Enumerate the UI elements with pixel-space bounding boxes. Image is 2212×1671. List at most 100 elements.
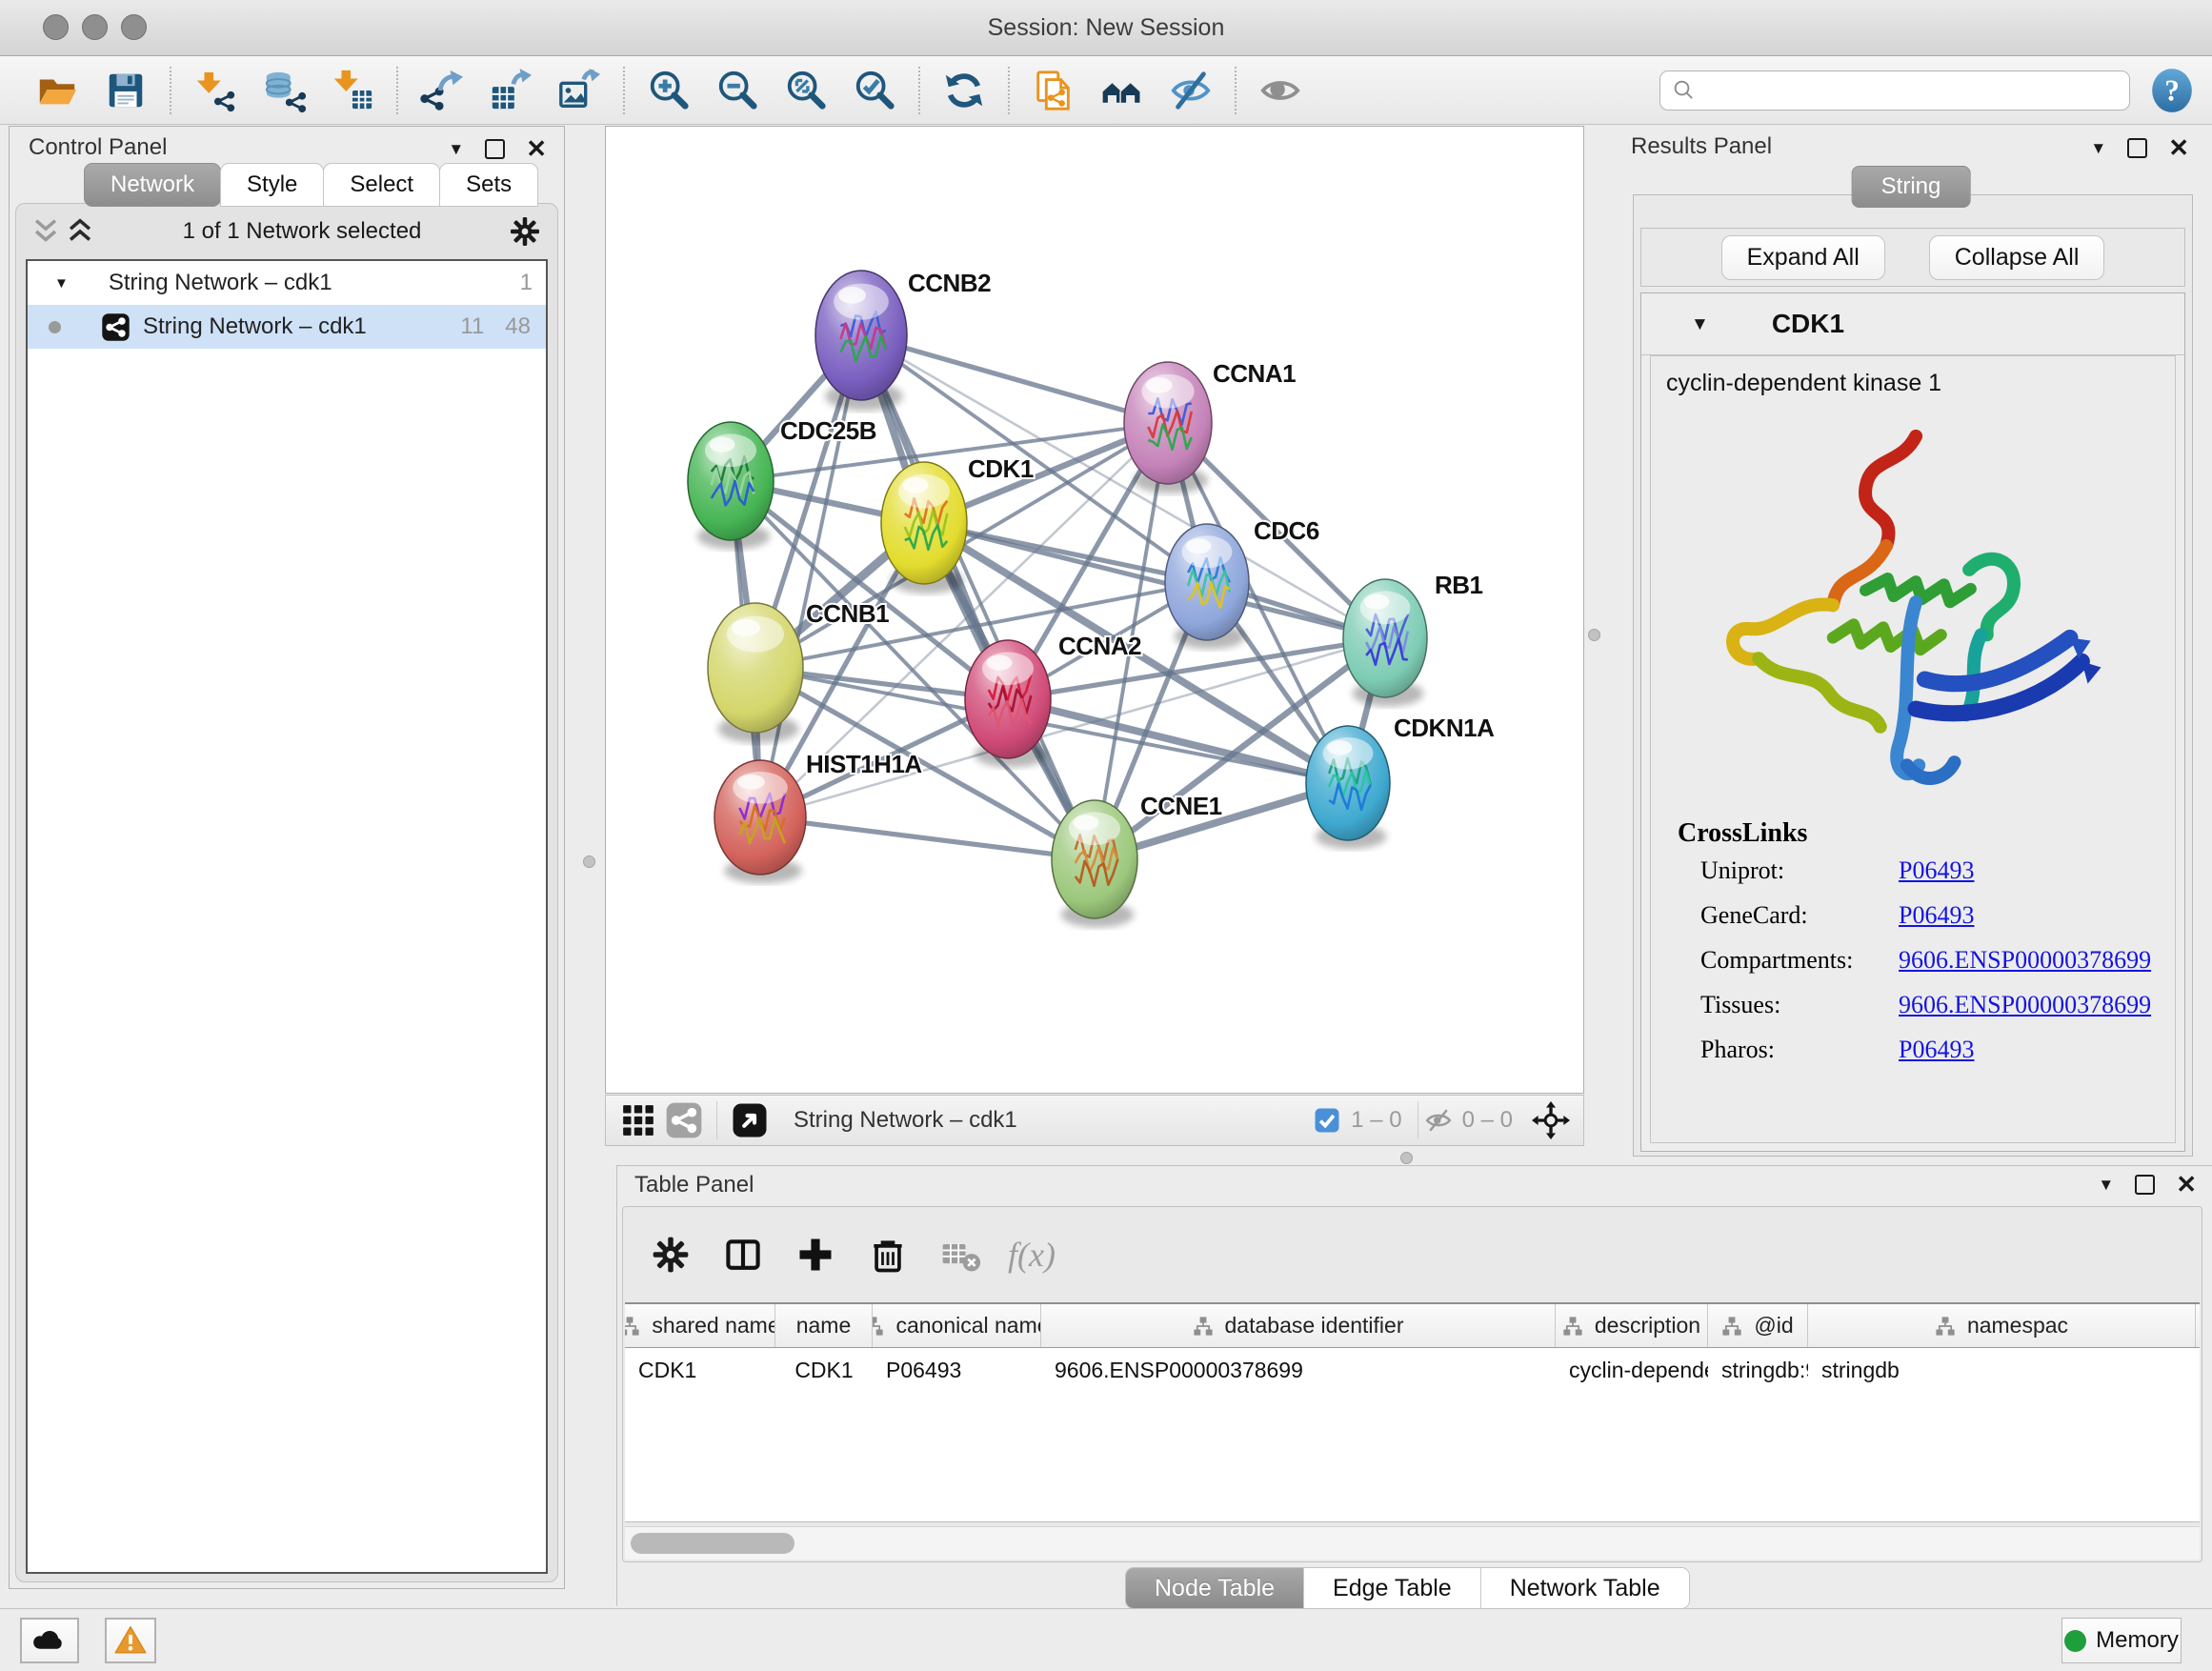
help-button[interactable]: ? [2147,64,2197,117]
zoom-fit-button[interactable] [775,64,836,117]
gene-expand-icon[interactable]: ▼ [1691,315,1709,333]
share-view-icon[interactable] [665,1101,703,1139]
zoom-out-button[interactable] [707,64,768,117]
network-node-cdkn1a[interactable]: CDKN1A [1306,714,1495,849]
warning-button[interactable] [105,1618,156,1663]
table-panel-float-icon[interactable] [2135,1175,2155,1195]
network-row-selected[interactable]: String Network – cdk1 11 48 [28,305,546,349]
table-cell[interactable]: CDK1 [775,1348,873,1392]
delete-table-button[interactable] [935,1230,985,1279]
tab-select[interactable]: Select [323,163,440,207]
column-header-namespac[interactable]: namespac [1808,1304,2196,1347]
search-field[interactable] [1699,72,2129,109]
crosslink-link[interactable]: 9606.ENSP00000378699 [1899,991,2151,1019]
table-cell[interactable]: 9606.ENSP00000378699 [1041,1348,1556,1392]
edge-CCNE1-HIST1H1A[interactable] [760,817,1095,859]
network-node-ccne1[interactable]: CCNE1 [1052,792,1222,928]
export-table-button[interactable] [480,64,541,117]
import-database-button[interactable] [253,64,314,117]
split-view-button[interactable] [718,1230,768,1279]
expand-all-networks-icon[interactable] [64,215,96,248]
tab-network[interactable]: Network [84,163,221,207]
network-node-rb1[interactable]: RB1 [1343,571,1483,707]
left-splitter-handle[interactable] [583,856,595,868]
column-header-database-identifier[interactable]: database identifier [1041,1304,1556,1347]
tab-edge-table[interactable]: Edge Table [1304,1568,1481,1608]
tab-node-table[interactable]: Node Table [1126,1568,1304,1608]
bottom-splitter-handle[interactable] [1400,1152,1413,1164]
table-cell[interactable]: CDK1 [625,1348,775,1392]
table-cell[interactable]: stringdb [1808,1348,2196,1392]
network-options-gear-icon[interactable] [508,214,542,249]
clone-network-button[interactable] [1023,64,1084,117]
table-cell[interactable]: cyclin-dependent ... [1556,1348,1708,1392]
tab-network-table[interactable]: Network Table [1481,1568,1689,1608]
show-all-panels-button[interactable] [1092,64,1153,117]
column-header-shared-name[interactable]: shared name [625,1304,775,1347]
control-panel-collapse-icon[interactable]: ▼ [448,141,464,157]
crosslink-link[interactable]: P06493 [1899,856,1974,885]
network-canvas[interactable]: CCNB2CCNA1CDC25BCDK1CDC6RB1CCNB1CCNA2CDK… [605,126,1584,1094]
results-panel-close-icon[interactable]: ✕ [2168,135,2189,160]
column-header-description[interactable]: description [1556,1304,1708,1347]
refresh-layout-button[interactable] [934,64,995,117]
scrollbar-thumb[interactable] [631,1533,794,1554]
selected-checkbox-icon[interactable] [1313,1106,1341,1135]
settings-button[interactable] [646,1230,695,1279]
network-node-hist1h1a[interactable]: HIST1H1A [714,750,922,883]
toggle-visibility-button[interactable] [1250,64,1311,117]
zoom-in-button[interactable] [638,64,699,117]
network-node-ccnb1[interactable]: CCNB1 [708,599,889,743]
edge-CCNB2-CCNE1[interactable] [861,335,1095,859]
hide-selected-button[interactable] [1160,64,1221,117]
birdseye-view-icon[interactable] [731,1101,769,1139]
collapse-all-button[interactable]: Collapse All [1929,235,2105,280]
network-node-ccnb2[interactable]: CCNB2 [815,269,991,411]
control-panel-float-icon[interactable] [485,139,505,159]
tree-expand-icon[interactable]: ▼ [54,276,69,291]
table-row[interactable]: CDK1CDK1P064939606.ENSP00000378699cyclin… [625,1348,2200,1392]
collapse-all-networks-icon[interactable] [30,215,62,248]
results-panel-collapse-icon[interactable]: ▼ [2090,140,2106,156]
edge-CCNB2-CCNA1[interactable] [861,335,1168,423]
add-column-button[interactable] [791,1230,840,1279]
column-header-name[interactable]: name [775,1304,873,1347]
results-panel-float-icon[interactable] [2127,138,2147,158]
save-session-button[interactable] [95,64,156,117]
grid-view-icon[interactable] [619,1101,657,1139]
table-panel-close-icon[interactable]: ✕ [2176,1172,2197,1197]
crosslink-link[interactable]: P06493 [1899,1036,1974,1064]
column-header--id[interactable]: @id [1708,1304,1808,1347]
table-horizontal-scrollbar[interactable] [625,1526,2200,1560]
gene-section-header[interactable]: ▼ CDK1 [1641,293,2184,355]
export-network-button[interactable] [412,64,473,117]
export-image-button[interactable] [549,64,610,117]
open-session-button[interactable] [27,64,88,117]
tab-style[interactable]: Style [220,163,324,207]
table-panel-collapse-icon[interactable]: ▼ [2098,1177,2114,1193]
zoom-selected-button[interactable] [844,64,905,117]
search-input[interactable] [1659,70,2130,111]
network-node-ccna1[interactable]: CCNA1 [1124,359,1296,493]
cloud-button[interactable] [20,1618,79,1663]
network-node-cdc25b[interactable]: CDC25B [688,416,876,550]
tab-sets[interactable]: Sets [439,163,538,207]
fit-crosshair-icon[interactable] [1532,1101,1570,1139]
delete-column-button[interactable] [863,1230,913,1279]
table-cell[interactable]: P06493 [873,1348,1041,1392]
memory-button[interactable]: Memory [2061,1618,2182,1663]
control-panel-close-icon[interactable]: ✕ [526,136,547,161]
function-builder-button[interactable]: f(x) [1008,1235,1056,1275]
table-cell[interactable]: stringdb:9... [1708,1348,1808,1392]
import-table-button[interactable] [322,64,383,117]
expand-all-button[interactable]: Expand All [1721,235,1885,280]
crosslink-link[interactable]: 9606.ENSP00000378699 [1899,946,2151,975]
import-network-button[interactable] [185,64,246,117]
right-splitter-handle[interactable] [1588,629,1600,641]
tab-string[interactable]: String [1852,166,1971,208]
column-header-canonical-name[interactable]: canonical name [873,1304,1041,1347]
hidden-eye-icon[interactable] [1424,1106,1453,1135]
crosslink-link[interactable]: P06493 [1899,901,1974,930]
network-collection-row[interactable]: ▼ String Network – cdk1 1 [28,261,546,305]
table-panel: Table Panel ▼ ✕ f(x) shared namenamecano… [616,1165,2212,1606]
